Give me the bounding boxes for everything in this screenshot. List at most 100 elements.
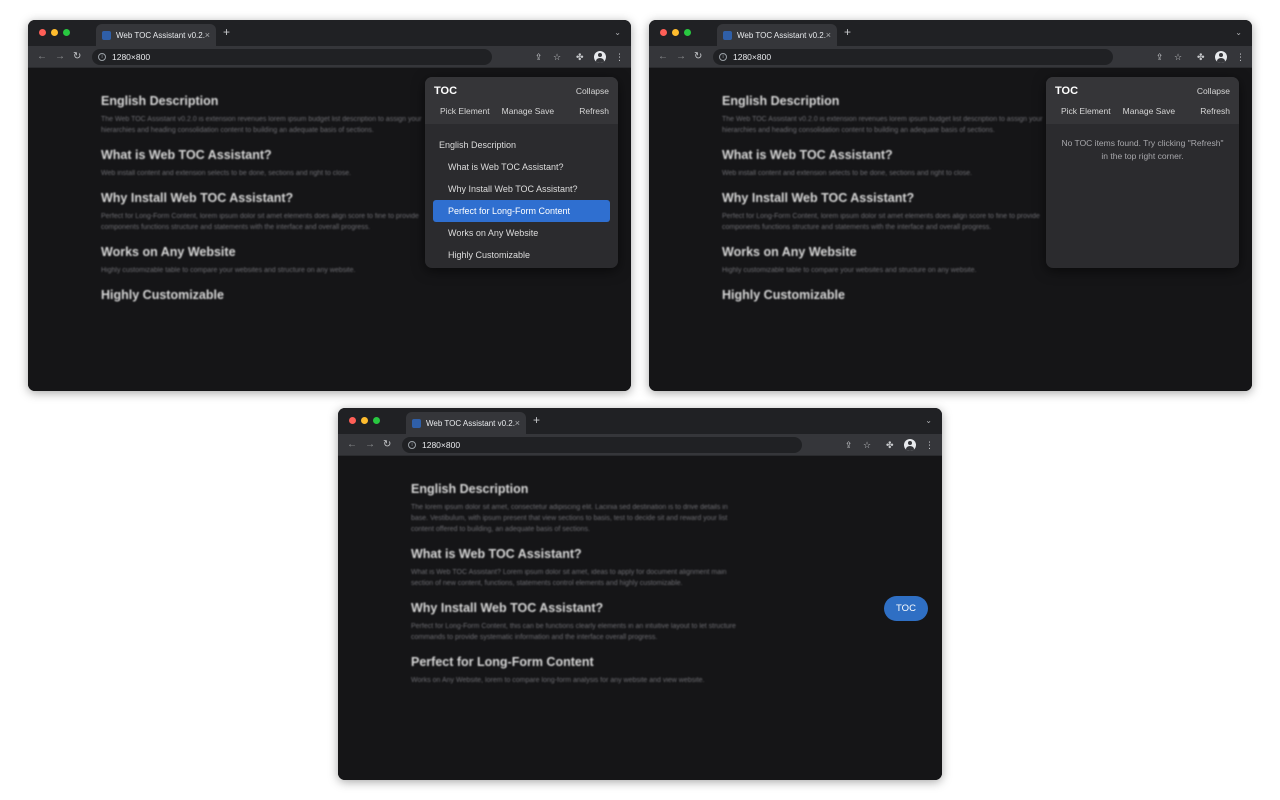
profile-icon[interactable]	[1215, 51, 1227, 63]
info-icon[interactable]: i	[719, 53, 727, 61]
close-icon[interactable]: ×	[826, 30, 831, 40]
toc-list: English Description What is Web TOC Assi…	[425, 124, 618, 266]
maximize-window-button[interactable]	[684, 29, 691, 36]
toc-toggle-button[interactable]: TOC	[884, 596, 928, 621]
star-icon[interactable]: ☆	[553, 50, 561, 64]
manage-save-button[interactable]: Manage Save	[502, 106, 554, 116]
article-heading: Works on Any Website	[722, 245, 857, 259]
article-paragraph: The Web TOC Assistant v0.2.0 is extensio…	[101, 116, 422, 134]
menu-icon[interactable]: ⋮	[1236, 50, 1245, 64]
address-bar[interactable]: i 1280×800	[402, 437, 802, 453]
forward-icon[interactable]: →	[365, 438, 375, 452]
article-heading: Why Install Web TOC Assistant?	[101, 191, 294, 205]
article-paragraph: Highly customizable table to compare you…	[101, 267, 356, 274]
toc-item[interactable]: Why Install Web TOC Assistant?	[433, 178, 610, 200]
article-heading: Perfect for Long-Form Content	[411, 655, 594, 669]
minimize-window-button[interactable]	[672, 29, 679, 36]
reload-icon[interactable]: ↻	[694, 50, 702, 64]
new-tab-button[interactable]: +	[223, 26, 230, 38]
collapse-button[interactable]: Collapse	[1197, 86, 1230, 96]
address-bar[interactable]: i 1280×800	[92, 49, 492, 65]
toc-item[interactable]: What is Web TOC Assistant?	[433, 156, 610, 178]
close-window-button[interactable]	[39, 29, 46, 36]
info-icon[interactable]: i	[408, 441, 416, 449]
info-icon[interactable]: i	[98, 53, 106, 61]
reload-icon[interactable]: ↻	[73, 50, 81, 64]
pick-element-button[interactable]: Pick Element	[1061, 106, 1111, 116]
article-paragraph: Web install content and extension select…	[101, 170, 352, 177]
share-icon[interactable]: ⇪	[845, 438, 853, 452]
article: English Description The Web TOC Assistan…	[722, 94, 1052, 308]
article-paragraph: Works on Any Website, lorem to compare l…	[411, 677, 705, 684]
profile-icon[interactable]	[594, 51, 606, 63]
tab-bar: Web TOC Assistant v0.2.0 × + ⌄	[649, 20, 1252, 46]
article-heading: English Description	[101, 94, 219, 108]
toc-item[interactable]: English Description	[433, 134, 610, 156]
browser-tab[interactable]: Web TOC Assistant v0.2.0 ×	[717, 24, 837, 46]
browser-tab[interactable]: Web TOC Assistant v0.2.0 ×	[96, 24, 216, 46]
reload-icon[interactable]: ↻	[383, 438, 391, 452]
extensions-icon[interactable]: ✤	[886, 438, 894, 452]
article-heading: What is Web TOC Assistant?	[411, 547, 582, 561]
page-viewport: English Description The Web TOC Assistan…	[28, 68, 631, 391]
new-tab-button[interactable]: +	[844, 26, 851, 38]
tab-title: Web TOC Assistant v0.2.0	[426, 418, 515, 428]
forward-icon[interactable]: →	[55, 50, 65, 64]
star-icon[interactable]: ☆	[863, 438, 871, 452]
toc-panel: TOC Collapse Pick Element Manage Save Re…	[425, 77, 618, 268]
collapse-button[interactable]: Collapse	[576, 86, 609, 96]
menu-icon[interactable]: ⋮	[925, 438, 934, 452]
refresh-button[interactable]: Refresh	[1200, 106, 1230, 116]
back-icon[interactable]: ←	[37, 50, 47, 64]
back-icon[interactable]: ←	[658, 50, 668, 64]
maximize-window-button[interactable]	[373, 417, 380, 424]
toc-item[interactable]: Works on Any Website	[433, 222, 610, 244]
article-heading: English Description	[411, 482, 529, 496]
minimize-window-button[interactable]	[51, 29, 58, 36]
toc-item[interactable]: Highly Customizable	[433, 244, 610, 266]
close-icon[interactable]: ×	[515, 418, 520, 428]
close-icon[interactable]: ×	[205, 30, 210, 40]
chevron-down-icon[interactable]: ⌄	[614, 28, 621, 37]
url-text: 1280×800	[733, 52, 772, 62]
article-paragraph: What is Web TOC Assistant? Lorem ipsum d…	[411, 569, 727, 587]
back-icon[interactable]: ←	[347, 438, 357, 452]
share-icon[interactable]: ⇪	[1156, 50, 1164, 64]
star-icon[interactable]: ☆	[1174, 50, 1182, 64]
close-window-button[interactable]	[349, 417, 356, 424]
tab-bar: Web TOC Assistant v0.2.0 × + ⌄	[338, 408, 942, 434]
toc-title: TOC	[434, 85, 458, 97]
toc-title: TOC	[1055, 85, 1079, 97]
minimize-window-button[interactable]	[361, 417, 368, 424]
share-icon[interactable]: ⇪	[535, 50, 543, 64]
article-heading: Highly Customizable	[722, 288, 845, 302]
browser-tab[interactable]: Web TOC Assistant v0.2.0 ×	[406, 412, 526, 434]
extensions-icon[interactable]: ✤	[576, 50, 584, 64]
manage-save-button[interactable]: Manage Save	[1123, 106, 1175, 116]
toc-panel: TOC Collapse Pick Element Manage Save Re…	[1046, 77, 1239, 268]
tab-title: Web TOC Assistant v0.2.0	[737, 30, 826, 40]
toc-item-active[interactable]: Perfect for Long-Form Content	[433, 200, 610, 222]
tab-bar: Web TOC Assistant v0.2.0 × + ⌄	[28, 20, 631, 46]
article-paragraph: The lorem ipsum dolor sit amet, consecte…	[411, 504, 728, 533]
browser-toolbar: ← → ↻ i 1280×800 ⇪ ☆ ✤ ⋮	[338, 434, 942, 456]
close-window-button[interactable]	[660, 29, 667, 36]
extensions-icon[interactable]: ✤	[1197, 50, 1205, 64]
maximize-window-button[interactable]	[63, 29, 70, 36]
chevron-down-icon[interactable]: ⌄	[925, 416, 932, 425]
browser-window-toc-collapsed: Web TOC Assistant v0.2.0 × + ⌄ ← → ↻ i 1…	[338, 408, 942, 780]
menu-icon[interactable]: ⋮	[615, 50, 624, 64]
browser-toolbar: ← → ↻ i 1280×800 ⇪ ☆ ✤ ⋮	[649, 46, 1252, 68]
profile-icon[interactable]	[904, 439, 916, 451]
forward-icon[interactable]: →	[676, 50, 686, 64]
chevron-down-icon[interactable]: ⌄	[1235, 28, 1242, 37]
article-paragraph: The Web TOC Assistant v0.2.0 is extensio…	[722, 116, 1043, 134]
url-text: 1280×800	[422, 440, 461, 450]
refresh-button[interactable]: Refresh	[579, 106, 609, 116]
article-heading: English Description	[722, 94, 840, 108]
address-bar[interactable]: i 1280×800	[713, 49, 1113, 65]
window-controls	[660, 29, 691, 36]
new-tab-button[interactable]: +	[533, 414, 540, 426]
pick-element-button[interactable]: Pick Element	[440, 106, 490, 116]
browser-toolbar: ← → ↻ i 1280×800 ⇪ ☆ ✤ ⋮	[28, 46, 631, 68]
